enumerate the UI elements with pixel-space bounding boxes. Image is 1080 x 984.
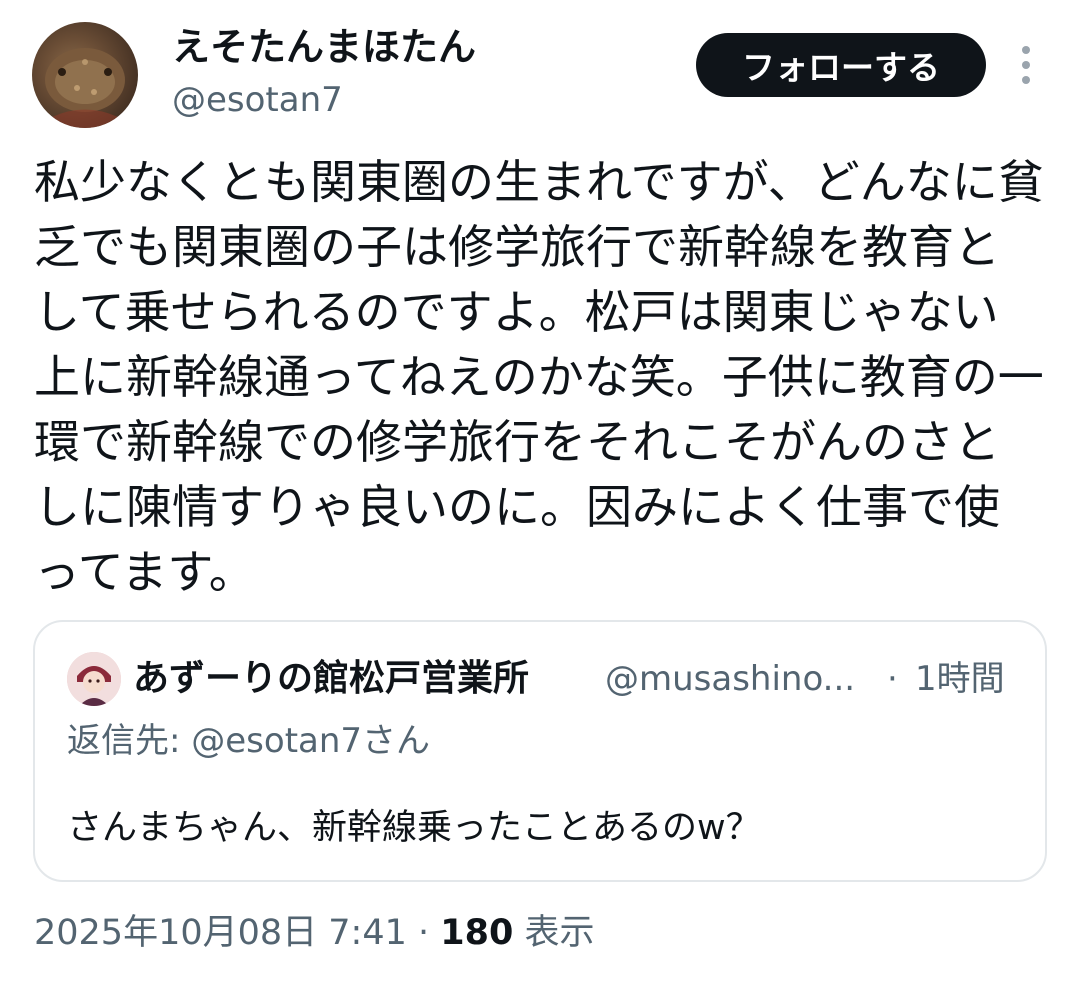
follow-button-label: フォローする (742, 48, 940, 87)
quoted-author-handle: @musashino... (605, 659, 856, 699)
meta-separator: · (406, 913, 441, 953)
more-options-button[interactable] (1008, 40, 1044, 90)
reply-to-label: 返信先: @esotan7さん (67, 721, 431, 761)
views-count: 180 (440, 913, 514, 953)
post-header: えそたんまほたん @esotan7 フォローする (0, 0, 1080, 140)
post-text: 私少なくとも関東圏の生まれですが、どんなに貧乏でも関東圏の子は修学旅行で新幹線を… (34, 155, 1044, 599)
quoted-author-avatar (67, 652, 121, 706)
quoted-post-text: さんまちゃん、新幹線乗ったことあるのw？ (67, 808, 761, 848)
quoted-separator: · (887, 659, 898, 699)
views-label: 表示 (513, 913, 595, 953)
quoted-post-card[interactable]: あずーりの館松戸営業所 @musashino... · 1時間 返信先: @es… (33, 620, 1047, 882)
author-display-name[interactable]: えそたんまほたん (172, 22, 476, 72)
author-handle[interactable]: @esotan7 (172, 78, 343, 122)
post-timestamp[interactable]: 2025年10月08日 7:41 (34, 913, 407, 953)
quoted-post-time: 1時間 (915, 659, 1005, 699)
vertical-dots-icon (1022, 46, 1030, 84)
post-meta: 2025年10月08日 7:41 · 180 表示 (34, 906, 594, 960)
quoted-author-display-name: あずーりの館松戸営業所 (133, 658, 530, 699)
follow-button[interactable]: フォローする (696, 33, 986, 97)
author-avatar[interactable] (32, 22, 138, 128)
